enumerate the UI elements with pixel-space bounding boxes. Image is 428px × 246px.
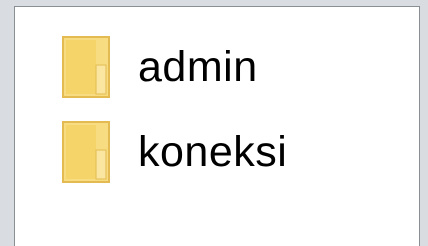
explorer-window: admin koneksi [0, 0, 428, 246]
folder-name: admin [138, 43, 258, 91]
list-item-admin[interactable]: admin [62, 35, 362, 99]
list-item-koneksi[interactable]: koneksi [62, 120, 362, 184]
file-list-pane: admin koneksi [14, 6, 420, 246]
folder-name: koneksi [138, 128, 288, 176]
folder-icon [62, 120, 110, 184]
folder-icon [62, 35, 110, 99]
